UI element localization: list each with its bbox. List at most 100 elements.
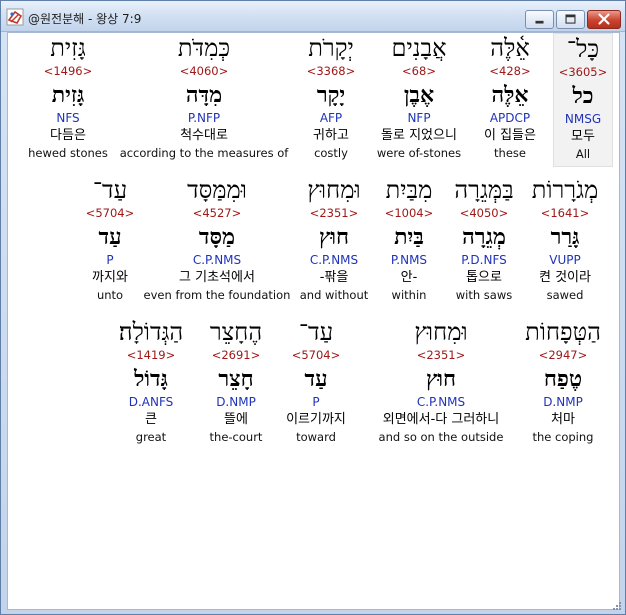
lexical-form: חוּץ	[318, 224, 350, 250]
english-gloss: and so on the outside	[378, 430, 504, 444]
korean-gloss: 뜰에	[224, 412, 248, 427]
english-gloss: the coping	[532, 430, 594, 444]
lexical-form: עַד	[98, 224, 122, 250]
parsing-code: C.P.NMS	[309, 253, 359, 267]
resize-grip-icon[interactable]	[612, 601, 622, 611]
lexical-form: חָצֵר	[218, 366, 254, 392]
parsing-code: NFS	[56, 111, 80, 125]
korean-gloss: 안-	[400, 270, 418, 285]
lexical-form: עַד	[304, 366, 328, 392]
parsing-code: P.NMS	[390, 253, 428, 267]
korean-gloss: 톱으로	[466, 270, 502, 285]
hebrew-word: אֲבָנִים	[391, 34, 447, 62]
minimize-button[interactable]	[525, 10, 554, 29]
strong-number[interactable]: <68>	[372, 63, 466, 80]
word-cell[interactable]: מִבַּיִת <1004> בַּיִת P.NMS 안- within	[376, 175, 442, 309]
strong-number[interactable]: <2351>	[366, 347, 516, 364]
close-button[interactable]	[587, 10, 621, 29]
hebrew-word: מִבַּיִת	[385, 176, 433, 204]
word-cell[interactable]: וּמִמַּסָּד <4527> מַסָּד C.P.NMS 그 기초석에…	[142, 175, 292, 309]
strong-number[interactable]: <5704>	[276, 347, 356, 364]
parsing-code: NFP	[407, 111, 431, 125]
title-bar[interactable]: @원전분해 - 왕상 7:9	[1, 1, 625, 32]
word-cell[interactable]: בַּמְּגֵרָה <4050> מְגֵרָה P.D.NFS 톱으로 w…	[444, 175, 524, 309]
lexical-form: בַּיִת	[394, 224, 424, 250]
korean-gloss: 이르기까지	[286, 412, 346, 427]
strong-number[interactable]: <428>	[466, 63, 554, 80]
verse-analysis-panel: כָּל־ <3605> כל NMSG 모두 All אֵ֫לֶּה <428…	[7, 32, 620, 610]
parsing-code: P.NFP	[187, 111, 221, 125]
word-cell[interactable]: הֶחָצֵר <2691> חָצֵר D.NMP 뜰에 the-court	[200, 317, 272, 451]
app-window: @원전분해 - 왕상 7:9 כָּל־ <3605> כל NMSG 모두 A…	[0, 0, 626, 615]
maximize-icon	[565, 14, 576, 24]
strong-number[interactable]: <4060>	[116, 63, 292, 80]
strong-number[interactable]: <1496>	[22, 63, 114, 80]
lexical-form: גָּרַר	[550, 224, 580, 250]
lexical-form: מַסָּד	[198, 224, 236, 250]
korean-gloss: 외면에서-다 그러하니	[382, 412, 500, 427]
word-cell[interactable]: אֵ֫לֶּה <428> אֵלֶּה APDCP 이 집들은 these	[466, 33, 554, 167]
strong-number[interactable]: <4050>	[444, 205, 524, 222]
korean-gloss: 다듬은	[50, 128, 86, 143]
parsing-code: APDCP	[489, 111, 531, 125]
english-gloss: costly	[314, 146, 348, 160]
hebrew-word: כְּמִדֹּת	[177, 34, 231, 62]
word-cell[interactable]: עַד־ <5704> עַד P 까지와 unto	[80, 175, 140, 309]
close-icon	[598, 13, 610, 25]
korean-gloss: 이 집들은	[484, 128, 536, 143]
korean-gloss: 그 기초석에서	[179, 270, 255, 285]
strong-number[interactable]: <4527>	[142, 205, 292, 222]
strong-number[interactable]: <1419>	[106, 347, 196, 364]
maximize-button[interactable]	[556, 10, 585, 29]
strong-number[interactable]: <5704>	[80, 205, 140, 222]
english-gloss: and without	[299, 288, 369, 302]
parsing-code: D.ANFS	[128, 395, 174, 409]
korean-gloss: 켠 것이라	[539, 270, 591, 285]
korean-gloss: 모두	[571, 129, 595, 144]
lexical-form: גָּזִית	[51, 82, 85, 108]
hebrew-word: הֶחָצֵר	[209, 318, 263, 346]
lexical-form: טֶפַח	[543, 366, 583, 392]
lexical-form: כל	[572, 83, 594, 109]
hebrew-word: עַד־	[298, 318, 334, 346]
minimize-icon	[535, 20, 544, 24]
word-cell[interactable]: וּמִחוּץ <2351> חוּץ C.P.NMS 외면에서-다 그러하니…	[366, 317, 516, 451]
lexical-form: חוּץ	[425, 366, 457, 392]
word-cell[interactable]: כָּל־ <3605> כל NMSG 모두 All	[553, 33, 613, 167]
lexical-form: גָּדוֹל	[134, 366, 168, 392]
korean-gloss: 귀하고	[313, 128, 349, 143]
strong-number[interactable]: <2947>	[518, 347, 608, 364]
lexical-form: אֶבֶן	[403, 82, 435, 108]
strong-number[interactable]: <1004>	[376, 205, 442, 222]
word-cell[interactable]: גָּזִית <1496> גָּזִית NFS 다듬은 hewed sto…	[22, 33, 114, 167]
english-gloss: unto	[96, 288, 124, 302]
word-cell[interactable]: יְקָרֹת <3368> יָקָר AFP 귀하고 costly	[293, 33, 369, 167]
word-cell[interactable]: הַגְּדוֹלָה׃ <1419> גָּדוֹל D.ANFS 큰 gre…	[106, 317, 196, 451]
hebrew-word: וּמִמַּסָּד	[187, 176, 247, 204]
word-cell[interactable]: אֲבָנִים <68> אֶבֶן NFP 돌로 지었으니 were of-…	[372, 33, 466, 167]
word-cell[interactable]: וּמִחוּץ <2351> חוּץ C.P.NMS -팎을 and wit…	[294, 175, 374, 309]
strong-number[interactable]: <3605>	[554, 64, 612, 81]
strong-number[interactable]: <3368>	[293, 63, 369, 80]
strong-number[interactable]: <2691>	[200, 347, 272, 364]
parsing-code: AFP	[319, 111, 343, 125]
english-gloss: All	[575, 147, 591, 161]
english-gloss: great	[135, 430, 167, 444]
word-cell[interactable]: מְגֹרָרוֹת <1641> גָּרַר VUPP 켠 것이라 sawe…	[527, 175, 603, 309]
strong-number[interactable]: <2351>	[294, 205, 374, 222]
window-title: @원전분해 - 왕상 7:9	[28, 12, 142, 26]
hebrew-word: הַגְּדוֹלָה׃	[118, 318, 184, 346]
english-gloss: even from the foundation	[143, 288, 291, 302]
lexical-form: יָקָר	[316, 82, 346, 108]
strong-number[interactable]: <1641>	[527, 205, 603, 222]
english-gloss: according to the measures of	[119, 146, 289, 160]
word-cell[interactable]: הַטְּפָחוֹת <2947> טֶפַח D.NMP 처마 the co…	[518, 317, 608, 451]
word-cell[interactable]: עַד־ <5704> עַד P 이르기까지 toward	[276, 317, 356, 451]
korean-gloss: 처마	[551, 412, 575, 427]
parsing-code: D.NMP	[216, 395, 256, 409]
hebrew-word: יְקָרֹת	[308, 34, 354, 62]
hebrew-word: עַד־	[92, 176, 128, 204]
hebrew-word: וּמִחוּץ	[307, 176, 361, 204]
word-cell[interactable]: כְּמִדֹּת <4060> מִדָּה P.NFP 척수대로 accor…	[116, 33, 292, 167]
hebrew-word: וּמִחוּץ	[414, 318, 468, 346]
